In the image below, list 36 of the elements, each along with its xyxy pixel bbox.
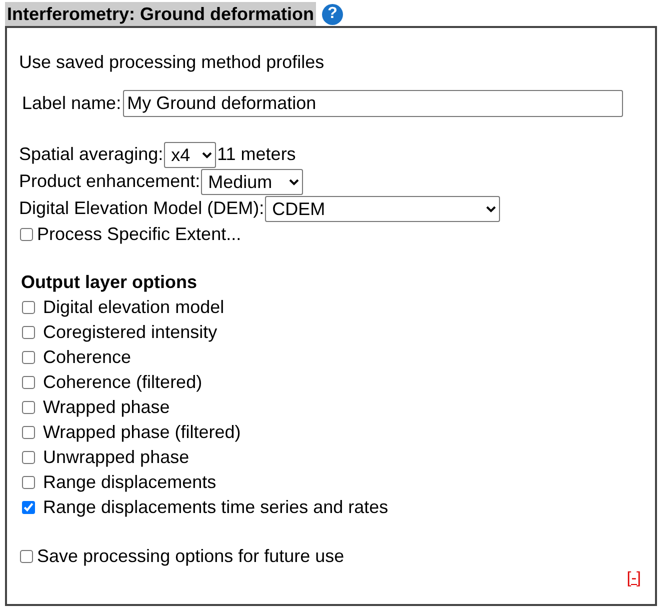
profiles-text: Use saved processing method profiles [19,51,326,74]
checkbox[interactable] [22,501,35,514]
checkbox[interactable] [22,401,35,414]
setting-label: Digital Elevation Model (DEM): [19,198,264,219]
checkbox[interactable] [22,376,35,389]
checkbox-label: Coherence (filtered) [43,372,202,393]
label-name-label: Label name: [22,93,122,114]
checkbox-label: Process Specific Extent... [37,224,242,244]
checkbox[interactable] [22,476,35,489]
checkbox[interactable] [22,301,35,314]
label-name-field[interactable]: My Ground deformation [123,90,624,117]
dropdown[interactable]: Medium [201,168,304,194]
checkbox[interactable] [22,326,35,339]
checkbox-label: Wrapped phase (filtered) [43,422,241,443]
checkbox[interactable] [22,351,35,364]
checkbox[interactable] [20,228,33,240]
dropdown[interactable]: CDEM [265,196,500,222]
checkbox-label: Range displacements [43,472,216,493]
checkbox-label: Digital elevation model [43,297,224,318]
checkbox[interactable] [20,550,33,563]
checkbox[interactable] [22,451,35,464]
setting-label: Product enhancement: [19,171,200,192]
collapse-link[interactable]: [-] [626,570,641,588]
section-heading: Output layer options [21,271,198,294]
checkbox-label: Coherence [43,347,132,368]
setting-label: Spatial averaging: [19,144,164,165]
checkbox[interactable] [22,426,35,439]
checkbox-label: Range displacements time series and rates [43,497,388,518]
help-icon[interactable]: ? [322,4,344,24]
setting-note: 11 meters [217,144,296,165]
section-title: Interferometry: Ground deformation [5,2,316,26]
checkbox-label: Coregistered intensity [43,322,218,343]
checkbox-label: Unwrapped phase [43,447,190,468]
checkbox-label: Wrapped phase [43,397,170,418]
dropdown[interactable]: x4 [164,142,216,168]
checkbox-label: Save processing options for future use [37,546,344,567]
